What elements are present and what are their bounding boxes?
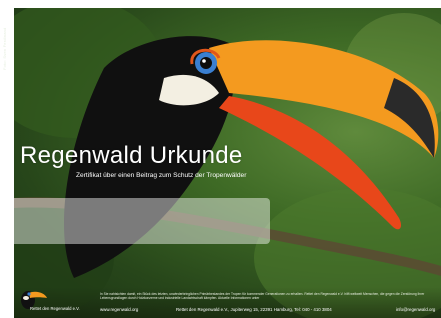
photo-credit: Foto: Sven Ferdinand bbox=[2, 27, 7, 70]
fine-print: In Sie nahtsichten damit, ein Stück des … bbox=[100, 292, 425, 301]
recipient-name-field[interactable] bbox=[14, 198, 270, 244]
certificate-title: Regenwald Urkunde bbox=[20, 142, 243, 169]
certificate-page: Foto: Sven Ferdinand Regenwald Urkunde Z… bbox=[0, 0, 441, 318]
website-link[interactable]: www.regenwald.org bbox=[100, 307, 138, 312]
contact-address: Rettet den Regenwald e.V., Jupiterweg 15… bbox=[176, 307, 332, 312]
logo-text: Rettet den Regenwald e.V. bbox=[30, 306, 80, 311]
email-link[interactable]: info@regenwald.org bbox=[396, 307, 435, 312]
certificate-subtitle: Zertifikat über einen Beitrag zum Schutz… bbox=[76, 172, 247, 179]
